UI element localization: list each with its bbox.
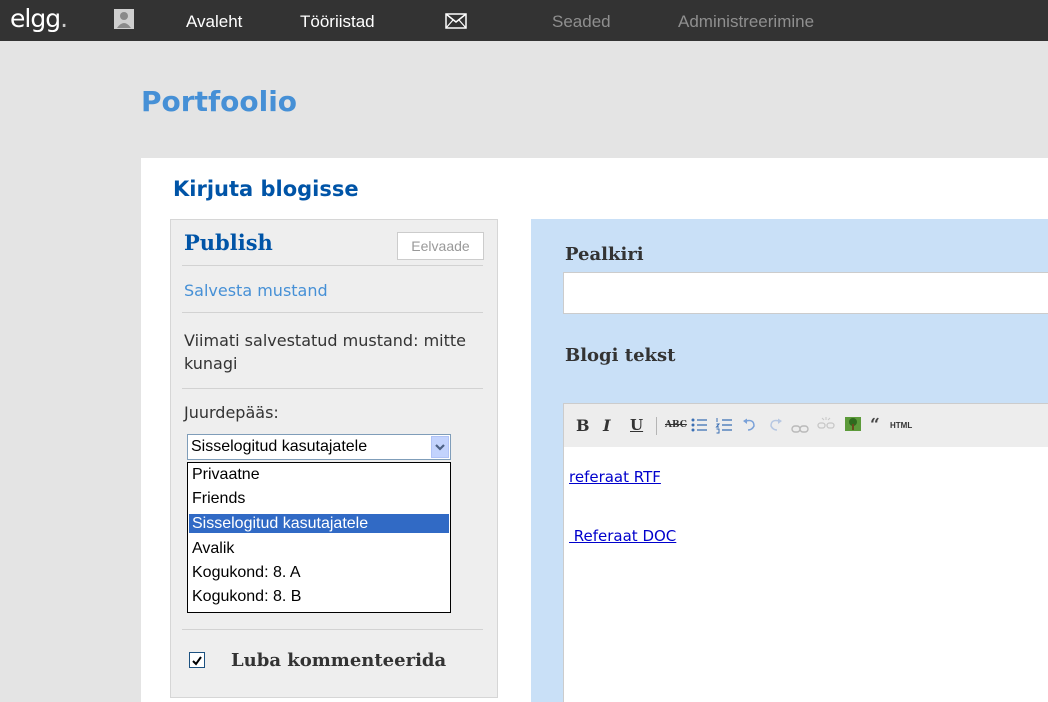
- unlink-icon[interactable]: [817, 416, 835, 438]
- checkmark-icon: [192, 656, 202, 666]
- body-label: Blogi tekst: [565, 345, 676, 366]
- editor-link[interactable]: referaat RTF: [569, 468, 661, 486]
- chevron-down-icon[interactable]: [431, 436, 449, 458]
- avatar[interactable]: [114, 9, 134, 29]
- elgg-logo[interactable]: elgg.: [10, 4, 68, 33]
- logo-dot: .: [60, 4, 68, 33]
- nav-settings[interactable]: Seaded: [552, 12, 611, 32]
- access-option-logged-in[interactable]: Sisselogitud kasutajatele: [189, 514, 449, 533]
- undo-icon[interactable]: [742, 417, 758, 436]
- access-option-public[interactable]: Avalik: [189, 539, 449, 558]
- access-option-private[interactable]: Privaatne: [189, 465, 449, 484]
- access-label: Juurdepääs:: [184, 403, 279, 422]
- nav-home[interactable]: Avaleht: [186, 12, 242, 32]
- redo-icon[interactable]: [767, 417, 783, 436]
- comments-label: Luba kommenteerida: [231, 650, 447, 671]
- title-input[interactable]: [563, 272, 1048, 314]
- page-title: Portfoolio: [141, 85, 298, 118]
- save-draft-link[interactable]: Salvesta mustand: [184, 281, 328, 300]
- top-bar: elgg. Avaleht Tööriistad Seaded Administ…: [0, 0, 1048, 41]
- divider: [182, 312, 483, 313]
- divider: [182, 265, 483, 266]
- divider: [182, 629, 483, 630]
- link-icon[interactable]: [791, 419, 809, 438]
- access-option-friends[interactable]: Friends: [189, 489, 449, 508]
- bullet-list-icon[interactable]: [690, 416, 708, 438]
- access-select[interactable]: Sisselogitud kasutajatele: [187, 434, 451, 460]
- title-label: Pealkiri: [565, 244, 644, 265]
- toolbar-separator: [656, 417, 657, 435]
- logo-text: elgg: [10, 4, 61, 33]
- bold-button[interactable]: B: [576, 416, 590, 435]
- preview-button[interactable]: Eelvaade: [397, 232, 484, 260]
- divider: [182, 388, 483, 389]
- nav-tools[interactable]: Tööriistad: [300, 12, 375, 32]
- italic-button[interactable]: I: [603, 416, 610, 435]
- editor-toolbar: B I U ABC “ HTML: [563, 403, 1048, 447]
- section-title: Kirjuta blogisse: [173, 177, 359, 201]
- html-button[interactable]: HTML: [890, 421, 912, 430]
- access-option-group-8a[interactable]: Kogukond: 8. A: [189, 563, 449, 582]
- editor-link[interactable]: Referaat DOC: [569, 527, 677, 545]
- editor-body[interactable]: referaat RTF Referaat DOC: [563, 447, 1048, 702]
- user-icon: [114, 9, 134, 29]
- mail-icon[interactable]: [445, 13, 467, 33]
- access-select-value: Sisselogitud kasutajatele: [191, 438, 368, 455]
- publish-heading: Publish: [184, 230, 273, 255]
- numbered-list-icon[interactable]: [715, 416, 733, 438]
- nav-administration[interactable]: Administreerimine: [678, 12, 814, 32]
- access-dropdown-list: Privaatne Friends Sisselogitud kasutajat…: [187, 462, 451, 613]
- underline-button[interactable]: U: [630, 416, 643, 434]
- blockquote-icon[interactable]: “: [870, 415, 880, 435]
- image-icon[interactable]: [844, 415, 862, 437]
- access-option-group-8b[interactable]: Kogukond: 8. B: [189, 587, 449, 606]
- strikethrough-button[interactable]: ABC: [665, 420, 687, 430]
- comments-checkbox[interactable]: [189, 652, 205, 668]
- last-saved-text: Viimati salvestatud mustand: mitte kunag…: [184, 331, 466, 373]
